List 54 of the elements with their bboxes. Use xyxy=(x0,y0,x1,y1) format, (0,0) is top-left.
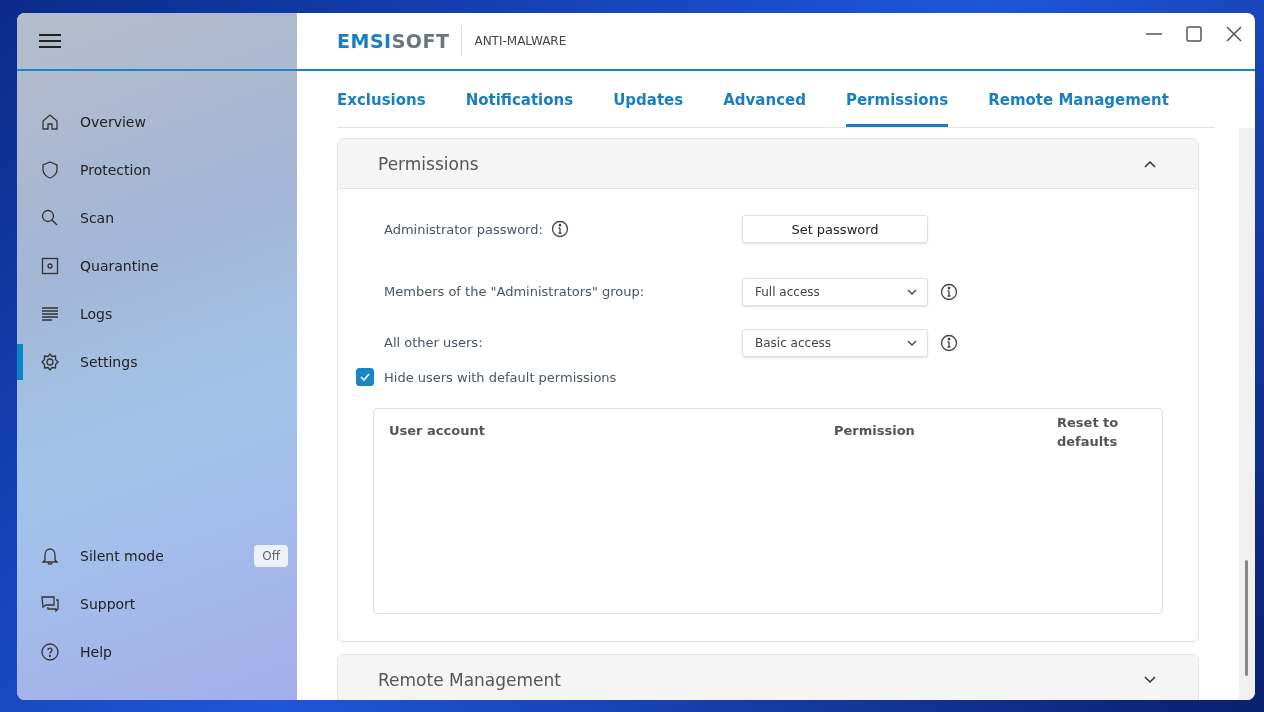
nav-item[interactable]: Help xyxy=(17,628,297,676)
nav-item[interactable]: Overview xyxy=(17,98,297,146)
nav-label: Help xyxy=(80,644,112,660)
nav-item[interactable]: Quarantine xyxy=(17,242,297,290)
search-icon xyxy=(40,208,60,228)
nav-item[interactable]: Support xyxy=(17,580,297,628)
checkbox-label: Hide users with default permissions xyxy=(384,369,617,385)
nav-item[interactable]: Settings xyxy=(17,338,297,386)
bell-icon xyxy=(40,546,60,566)
dropdown[interactable]: Full access xyxy=(742,277,928,306)
chevron-down-icon xyxy=(907,288,917,295)
product-name: ANTI-MALWARE xyxy=(474,34,567,48)
info-icon[interactable] xyxy=(940,282,958,301)
nav-label: Support xyxy=(80,596,136,612)
brand-logo: EMSISOFT xyxy=(337,26,463,56)
list-lines-icon xyxy=(40,304,60,324)
info-icon[interactable] xyxy=(550,220,569,238)
home-icon xyxy=(40,112,60,132)
nav-item[interactable]: Scan xyxy=(17,194,297,242)
field-label: Members of the "Administrators" group: xyxy=(384,284,645,299)
tab[interactable]: Exclusions xyxy=(337,71,426,127)
tab[interactable]: Updates xyxy=(613,71,684,127)
tab[interactable]: Remote Management xyxy=(988,71,1169,127)
chevron-up-icon[interactable] xyxy=(1144,159,1156,168)
checkbox[interactable] xyxy=(356,368,374,386)
column-header: User account xyxy=(389,423,485,438)
shield-icon xyxy=(40,160,60,180)
field-label: All other users: xyxy=(384,335,483,350)
settings-icon xyxy=(40,352,60,372)
panel-title[interactable]: Permissions xyxy=(378,153,479,174)
checkmark-icon xyxy=(359,372,371,382)
info-icon[interactable] xyxy=(940,333,958,352)
toggle-state[interactable]: Off xyxy=(254,545,288,567)
close-icon[interactable] xyxy=(1225,25,1243,43)
field-label: Administrator password: xyxy=(384,221,543,237)
tab[interactable]: Permissions xyxy=(845,71,949,127)
nav-item[interactable]: Protection xyxy=(17,146,297,194)
chevron-down-icon xyxy=(907,339,917,346)
dropdown[interactable]: Basic access xyxy=(742,328,928,357)
set-password-button[interactable]: Set password xyxy=(742,215,928,243)
chat-bubbles-icon xyxy=(40,594,60,614)
chevron-down-icon[interactable] xyxy=(1144,675,1156,684)
nav-label: Silent mode xyxy=(80,548,164,564)
nav-item[interactable]: Silent mode Off xyxy=(17,532,297,580)
menu-icon[interactable] xyxy=(39,33,61,49)
panel-title[interactable]: Remote Management xyxy=(378,669,561,690)
tab[interactable]: Advanced xyxy=(723,71,806,127)
maximize-icon[interactable] xyxy=(1185,25,1203,43)
nav-item[interactable]: Logs xyxy=(17,290,297,338)
help-icon xyxy=(40,642,60,662)
scrollbar-thumb[interactable] xyxy=(1245,560,1248,676)
tab[interactable]: Notifications xyxy=(465,71,574,127)
column-header: Reset to defaults xyxy=(1057,414,1120,451)
column-header: Permission xyxy=(834,423,915,438)
